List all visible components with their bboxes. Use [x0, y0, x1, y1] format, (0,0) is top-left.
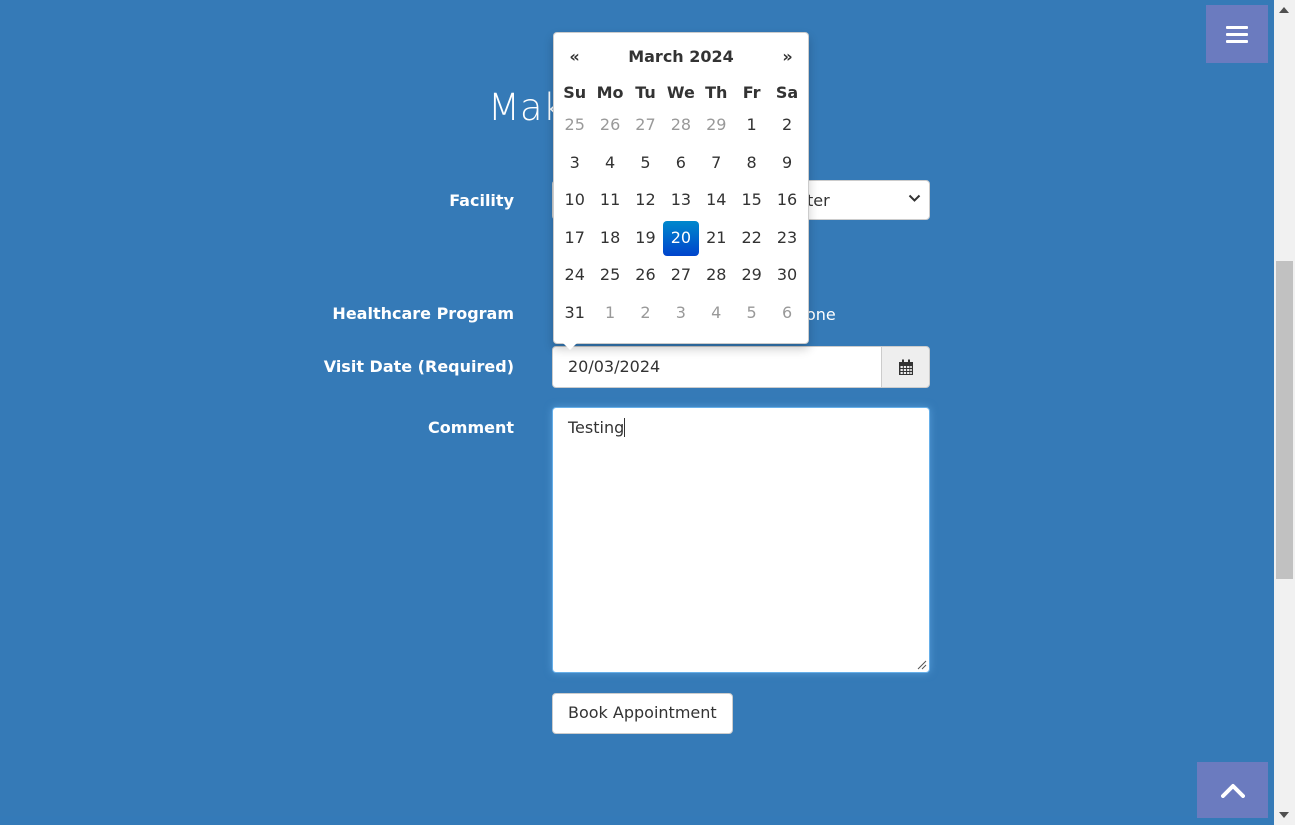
- weekday-header: Su: [563, 83, 587, 102]
- datepicker-day[interactable]: 6: [769, 295, 804, 333]
- datepicker-day[interactable]: 27: [628, 107, 663, 145]
- datepicker-month-title[interactable]: March 2024: [592, 47, 770, 66]
- calendar-icon: [898, 359, 913, 375]
- datepicker-week-row: 3456789: [557, 145, 805, 183]
- datepicker-day[interactable]: 25: [557, 107, 592, 145]
- datepicker-day[interactable]: 8: [734, 145, 769, 183]
- datepicker-weekdays: Su Mo Tu We Th Fr Sa: [557, 83, 805, 105]
- datepicker-day[interactable]: 3: [557, 145, 592, 183]
- datepicker-day[interactable]: 27: [663, 257, 698, 295]
- hamburger-menu-icon: [1226, 25, 1248, 43]
- datepicker-day[interactable]: 23: [769, 220, 804, 258]
- datepicker-day[interactable]: 12: [628, 182, 663, 220]
- datepicker-day[interactable]: 14: [699, 182, 734, 220]
- datepicker-day[interactable]: 26: [592, 107, 627, 145]
- datepicker-week-row: 17 18 19 20 21 22 23: [557, 220, 805, 258]
- datepicker-day[interactable]: 16: [769, 182, 804, 220]
- scroll-to-top-button[interactable]: [1197, 762, 1268, 818]
- datepicker-day[interactable]: 7: [699, 145, 734, 183]
- datepicker-day-selected[interactable]: 20: [663, 220, 699, 257]
- visit-date-input[interactable]: 20/03/2024: [552, 346, 882, 388]
- weekday-header: We: [666, 83, 695, 102]
- datepicker-day[interactable]: 17: [557, 220, 592, 258]
- scrollbar-thumb[interactable]: [1276, 261, 1293, 579]
- datepicker-header: « March 2024 »: [557, 44, 805, 68]
- comment-text: Testing: [568, 418, 625, 437]
- datepicker-day[interactable]: 26: [628, 257, 663, 295]
- datepicker-day[interactable]: 24: [557, 257, 592, 295]
- datepicker-day[interactable]: 4: [592, 145, 627, 183]
- datepicker-day[interactable]: 25: [592, 257, 627, 295]
- datepicker-day[interactable]: 28: [663, 107, 698, 145]
- datepicker-day[interactable]: 5: [628, 145, 663, 183]
- weekday-header: Sa: [775, 83, 799, 102]
- datepicker-day[interactable]: 15: [734, 182, 769, 220]
- datepicker-day[interactable]: 1: [592, 295, 627, 333]
- datepicker-day[interactable]: 3: [663, 295, 698, 333]
- chevron-down-icon: [908, 194, 921, 202]
- datepicker-day[interactable]: 2: [769, 107, 804, 145]
- program-option-label: one: [806, 305, 836, 324]
- datepicker-day[interactable]: 4: [699, 295, 734, 333]
- datepicker-popup: « March 2024 » Su Mo Tu We Th Fr Sa 25 26…: [553, 32, 809, 350]
- weekday-header: Mo: [596, 83, 624, 102]
- text-caret: [624, 418, 626, 437]
- visit-date-label: Visit Date (Required): [323, 357, 514, 376]
- datepicker-day[interactable]: 13: [663, 182, 698, 220]
- weekday-header: Th: [705, 83, 728, 102]
- datepicker-day[interactable]: 31: [557, 295, 592, 333]
- datepicker-day[interactable]: 22: [734, 220, 769, 258]
- datepicker-day[interactable]: 10: [557, 182, 592, 220]
- calendar-button[interactable]: [881, 346, 930, 388]
- datepicker-week-row: 24 25 26 27 28 29 30: [557, 257, 805, 295]
- menu-button[interactable]: [1206, 5, 1268, 63]
- datepicker-day[interactable]: 6: [663, 145, 698, 183]
- weekday-header: Tu: [635, 83, 656, 102]
- datepicker-day[interactable]: 21: [699, 220, 734, 258]
- scroll-up-arrow-icon[interactable]: [1279, 7, 1289, 13]
- chevron-up-icon: [1220, 783, 1245, 798]
- datepicker-day[interactable]: 29: [699, 107, 734, 145]
- book-appointment-button[interactable]: Book Appointment: [552, 693, 733, 734]
- datepicker-prev-button[interactable]: «: [557, 47, 592, 66]
- scroll-down-arrow-icon[interactable]: [1279, 812, 1289, 818]
- datepicker-day[interactable]: 1: [734, 107, 769, 145]
- facility-label: Facility: [449, 191, 514, 210]
- datepicker-day[interactable]: 29: [734, 257, 769, 295]
- facility-selected-value: ter: [807, 191, 830, 210]
- comment-textarea[interactable]: Testing: [552, 407, 930, 673]
- datepicker-day[interactable]: 30: [769, 257, 804, 295]
- datepicker-day[interactable]: 28: [699, 257, 734, 295]
- healthcare-program-label: Healthcare Program: [332, 304, 514, 323]
- datepicker-day[interactable]: 11: [592, 182, 627, 220]
- datepicker-day[interactable]: 9: [769, 145, 804, 183]
- datepicker-week-row: 31 1 2 3 4 5 6: [557, 295, 805, 333]
- datepicker-week-row: 25 26 27 28 29 1 2: [557, 107, 805, 145]
- datepicker-day[interactable]: 19: [628, 220, 663, 258]
- comment-label: Comment: [428, 418, 514, 437]
- datepicker-day[interactable]: 5: [734, 295, 769, 333]
- datepicker-next-button[interactable]: »: [770, 47, 805, 66]
- datepicker-day[interactable]: 18: [592, 220, 627, 258]
- datepicker-day[interactable]: 2: [628, 295, 663, 333]
- resize-handle-icon[interactable]: [917, 660, 927, 670]
- weekday-header: Fr: [742, 83, 761, 102]
- datepicker-week-row: 10 11 12 13 14 15 16: [557, 182, 805, 220]
